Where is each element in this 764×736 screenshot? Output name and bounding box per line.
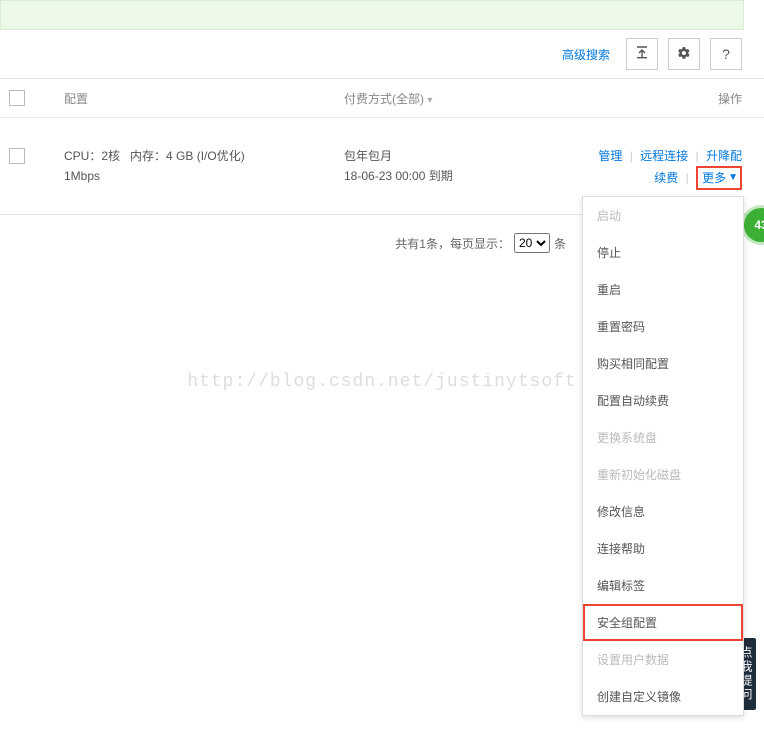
page-size-select[interactable]: 20	[514, 233, 550, 253]
header-payment-label: 付费方式(全部)	[344, 92, 424, 106]
caret-down-icon: ▼	[728, 168, 738, 188]
export-icon	[635, 46, 649, 63]
pager-suffix: 条	[554, 235, 566, 252]
dropdown-item[interactable]: 停止	[583, 234, 743, 271]
upgrade-link[interactable]: 升降配	[706, 149, 742, 163]
notice-bar	[0, 0, 744, 30]
mem-value: 4 GB (I/O优化)	[166, 149, 245, 163]
help-button[interactable]: ?	[710, 38, 742, 70]
advanced-search-link[interactable]: 高级搜索	[562, 46, 610, 63]
row-checkbox-cell	[0, 146, 34, 164]
dropdown-item[interactable]: 创建自定义镜像	[583, 678, 743, 715]
header-payment[interactable]: 付费方式(全部) ▾	[344, 90, 604, 107]
separator: |	[686, 171, 689, 185]
gear-icon	[677, 46, 691, 63]
header-checkbox-cell	[0, 90, 34, 106]
pay-mode: 包年包月	[344, 146, 604, 166]
select-all-checkbox[interactable]	[9, 90, 25, 106]
table-header: 配置 付费方式(全部) ▾ 操作	[0, 78, 764, 118]
question-icon: ?	[722, 46, 730, 62]
dropdown-item[interactable]: 重启	[583, 271, 743, 308]
cell-payment: 包年包月 18-06-23 00:00 到期	[344, 146, 604, 186]
dropdown-item[interactable]: 重置密码	[583, 308, 743, 345]
separator: |	[696, 149, 699, 163]
renew-link[interactable]: 续费	[654, 171, 678, 185]
header-config: 配置	[34, 90, 344, 107]
row-checkbox[interactable]	[9, 148, 25, 164]
dropdown-item: 更换系统盘	[583, 419, 743, 456]
header-operation: 操作	[718, 90, 742, 107]
bandwidth-value: 1Mbps	[64, 166, 344, 186]
dropdown-item[interactable]: 购买相同配置	[583, 345, 743, 382]
more-label: 更多	[702, 168, 726, 188]
chevron-down-icon: ▾	[427, 95, 432, 106]
dropdown-item: 重新初始化磁盘	[583, 456, 743, 493]
pager-text: 共有1条，每页显示：	[395, 235, 510, 252]
dropdown-item[interactable]: 修改信息	[583, 493, 743, 530]
export-button[interactable]	[626, 38, 658, 70]
more-dropdown-trigger[interactable]: 更多 ▼	[696, 166, 742, 190]
cpu-label: CPU：	[64, 149, 101, 163]
dropdown-item: 启动	[583, 197, 743, 234]
expire-time: 18-06-23 00:00 到期	[344, 166, 604, 186]
mem-label: 内存：	[130, 149, 166, 163]
cell-config: CPU：2核内存：4 GB (I/O优化) 1Mbps	[34, 146, 344, 186]
cell-operations: 管理 | 远程连接 | 升降配 续费 | 更多 ▼	[598, 146, 742, 190]
remote-connect-link[interactable]: 远程连接	[640, 149, 688, 163]
settings-button[interactable]	[668, 38, 700, 70]
separator: |	[630, 149, 633, 163]
cpu-value: 2核	[101, 149, 120, 163]
more-dropdown-menu: 启动停止重启重置密码购买相同配置配置自动续费更换系统盘重新初始化磁盘修改信息连接…	[582, 196, 744, 716]
dropdown-item[interactable]: 安全组配置	[583, 604, 743, 641]
manage-link[interactable]: 管理	[598, 149, 622, 163]
dropdown-item: 设置用户数据	[583, 641, 743, 678]
dropdown-item[interactable]: 编辑标签	[583, 567, 743, 604]
toolbar: 高级搜索 ?	[0, 30, 764, 78]
dropdown-item[interactable]: 配置自动续费	[583, 382, 743, 419]
dropdown-item[interactable]: 连接帮助	[583, 530, 743, 567]
